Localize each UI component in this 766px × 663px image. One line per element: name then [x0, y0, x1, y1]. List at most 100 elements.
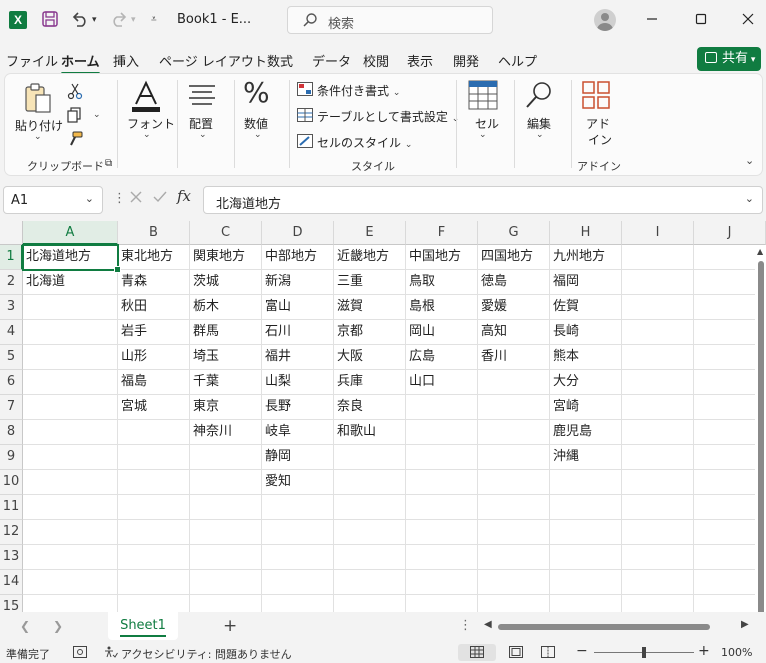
- cell-d11[interactable]: [262, 495, 334, 520]
- sheet-tab-sheet1[interactable]: Sheet1: [108, 612, 178, 640]
- cell-b4[interactable]: 岩手: [118, 320, 190, 345]
- close-icon[interactable]: [736, 8, 760, 32]
- column-header-g[interactable]: G: [478, 221, 550, 245]
- cell-h12[interactable]: [550, 520, 622, 545]
- accessibility-icon[interactable]: [104, 646, 118, 661]
- cells-dropdown-icon[interactable]: ⌄: [479, 130, 487, 140]
- cell-a4[interactable]: [23, 320, 118, 345]
- cell-f13[interactable]: [406, 545, 478, 570]
- cell-g8[interactable]: [478, 420, 550, 445]
- cell-b9[interactable]: [118, 445, 190, 470]
- cell-d7[interactable]: 長野: [262, 395, 334, 420]
- cell-h10[interactable]: [550, 470, 622, 495]
- tab-data[interactable]: データ: [312, 51, 351, 70]
- cell-h13[interactable]: [550, 545, 622, 570]
- cell-a14[interactable]: [23, 570, 118, 595]
- cell-c11[interactable]: [190, 495, 262, 520]
- cell-d15[interactable]: [262, 595, 334, 612]
- copy-dropdown-icon[interactable]: ⌄: [93, 110, 101, 120]
- cell-c15[interactable]: [190, 595, 262, 612]
- zoom-out-icon[interactable]: −: [576, 643, 588, 659]
- tab-file[interactable]: ファイル: [6, 51, 58, 70]
- cell-d12[interactable]: [262, 520, 334, 545]
- cell-i6[interactable]: [622, 370, 694, 395]
- cell-g5[interactable]: 香川: [478, 345, 550, 370]
- redo-icon[interactable]: [109, 10, 129, 30]
- add-ins-icon[interactable]: [581, 80, 611, 113]
- cell-d5[interactable]: 福井: [262, 345, 334, 370]
- cell-g9[interactable]: [478, 445, 550, 470]
- cell-e12[interactable]: [334, 520, 406, 545]
- cell-e11[interactable]: [334, 495, 406, 520]
- cell-i2[interactable]: [622, 270, 694, 295]
- alignment-icon[interactable]: [188, 84, 216, 109]
- cell-c6[interactable]: 千葉: [190, 370, 262, 395]
- cell-i3[interactable]: [622, 295, 694, 320]
- row-header-5[interactable]: 5: [0, 345, 23, 370]
- cell-h5[interactable]: 熊本: [550, 345, 622, 370]
- normal-view-button[interactable]: [458, 644, 496, 661]
- cell-f3[interactable]: 島根: [406, 295, 478, 320]
- spreadsheet-grid[interactable]: A B C D E F G H I J 1 北海道地方 東北地方 関東地方 中部地方 近畿地方 中国地方 四国地方…: [0, 221, 766, 612]
- cell-h2[interactable]: 福岡: [550, 270, 622, 295]
- column-header-c[interactable]: C: [190, 221, 262, 245]
- cell-f9[interactable]: [406, 445, 478, 470]
- cell-a3[interactable]: [23, 295, 118, 320]
- cell-b11[interactable]: [118, 495, 190, 520]
- cell-d2[interactable]: 新潟: [262, 270, 334, 295]
- expand-formula-icon[interactable]: ⌄: [745, 192, 754, 205]
- number-dropdown-icon[interactable]: ⌄: [254, 130, 262, 140]
- cell-b13[interactable]: [118, 545, 190, 570]
- cell-a10[interactable]: [23, 470, 118, 495]
- document-title[interactable]: Book1 - E...: [177, 12, 251, 27]
- cell-b10[interactable]: [118, 470, 190, 495]
- cell-f11[interactable]: [406, 495, 478, 520]
- cell-g11[interactable]: [478, 495, 550, 520]
- cell-a5[interactable]: [23, 345, 118, 370]
- cell-h15[interactable]: [550, 595, 622, 612]
- cell-i7[interactable]: [622, 395, 694, 420]
- cell-g4[interactable]: 高知: [478, 320, 550, 345]
- cell-c4[interactable]: 群馬: [190, 320, 262, 345]
- scroll-up-icon[interactable]: ▲: [757, 247, 763, 256]
- horizontal-scrollbar[interactable]: ◀ ▶: [484, 619, 752, 633]
- cell-c12[interactable]: [190, 520, 262, 545]
- cell-e5[interactable]: 大阪: [334, 345, 406, 370]
- row-header-13[interactable]: 13: [0, 545, 23, 570]
- copy-icon[interactable]: [67, 107, 83, 126]
- cell-c5[interactable]: 埼玉: [190, 345, 262, 370]
- row-header-15[interactable]: 15: [0, 595, 23, 612]
- row-header-9[interactable]: 9: [0, 445, 23, 470]
- paste-dropdown-icon[interactable]: ⌄: [34, 132, 42, 142]
- cell-d10[interactable]: 愛知: [262, 470, 334, 495]
- zoom-slider[interactable]: [594, 647, 694, 658]
- undo-icon[interactable]: [70, 10, 90, 30]
- cell-i1[interactable]: [622, 245, 694, 270]
- scroll-left-icon[interactable]: ◀: [484, 619, 492, 630]
- cell-f12[interactable]: [406, 520, 478, 545]
- clipboard-launcher-icon[interactable]: ⧉: [105, 158, 112, 169]
- cell-b5[interactable]: 山形: [118, 345, 190, 370]
- search-box[interactable]: 検索: [287, 6, 493, 34]
- cell-d8[interactable]: 岐阜: [262, 420, 334, 445]
- cell-d6[interactable]: 山梨: [262, 370, 334, 395]
- ribbon-collapse-icon[interactable]: ⌄: [745, 154, 754, 167]
- cells-icon[interactable]: [468, 80, 498, 113]
- column-header-d[interactable]: D: [262, 221, 334, 245]
- cell-g7[interactable]: [478, 395, 550, 420]
- cell-g1[interactable]: 四国地方: [478, 245, 550, 270]
- cell-f1[interactable]: 中国地方: [406, 245, 478, 270]
- vertical-scroll-thumb[interactable]: [758, 261, 764, 612]
- cell-f8[interactable]: [406, 420, 478, 445]
- cell-i5[interactable]: [622, 345, 694, 370]
- cell-b15[interactable]: [118, 595, 190, 612]
- tab-home[interactable]: ホーム: [61, 51, 100, 75]
- cell-a1[interactable]: 北海道地方: [23, 245, 118, 270]
- cell-b6[interactable]: 福島: [118, 370, 190, 395]
- cell-styles-button[interactable]: セルのスタイル ⌄: [317, 134, 412, 151]
- cell-h9[interactable]: 沖縄: [550, 445, 622, 470]
- cell-h11[interactable]: [550, 495, 622, 520]
- undo-dropdown-icon[interactable]: ▾: [92, 10, 97, 30]
- font-dropdown-icon[interactable]: ⌄: [143, 130, 151, 140]
- cell-i9[interactable]: [622, 445, 694, 470]
